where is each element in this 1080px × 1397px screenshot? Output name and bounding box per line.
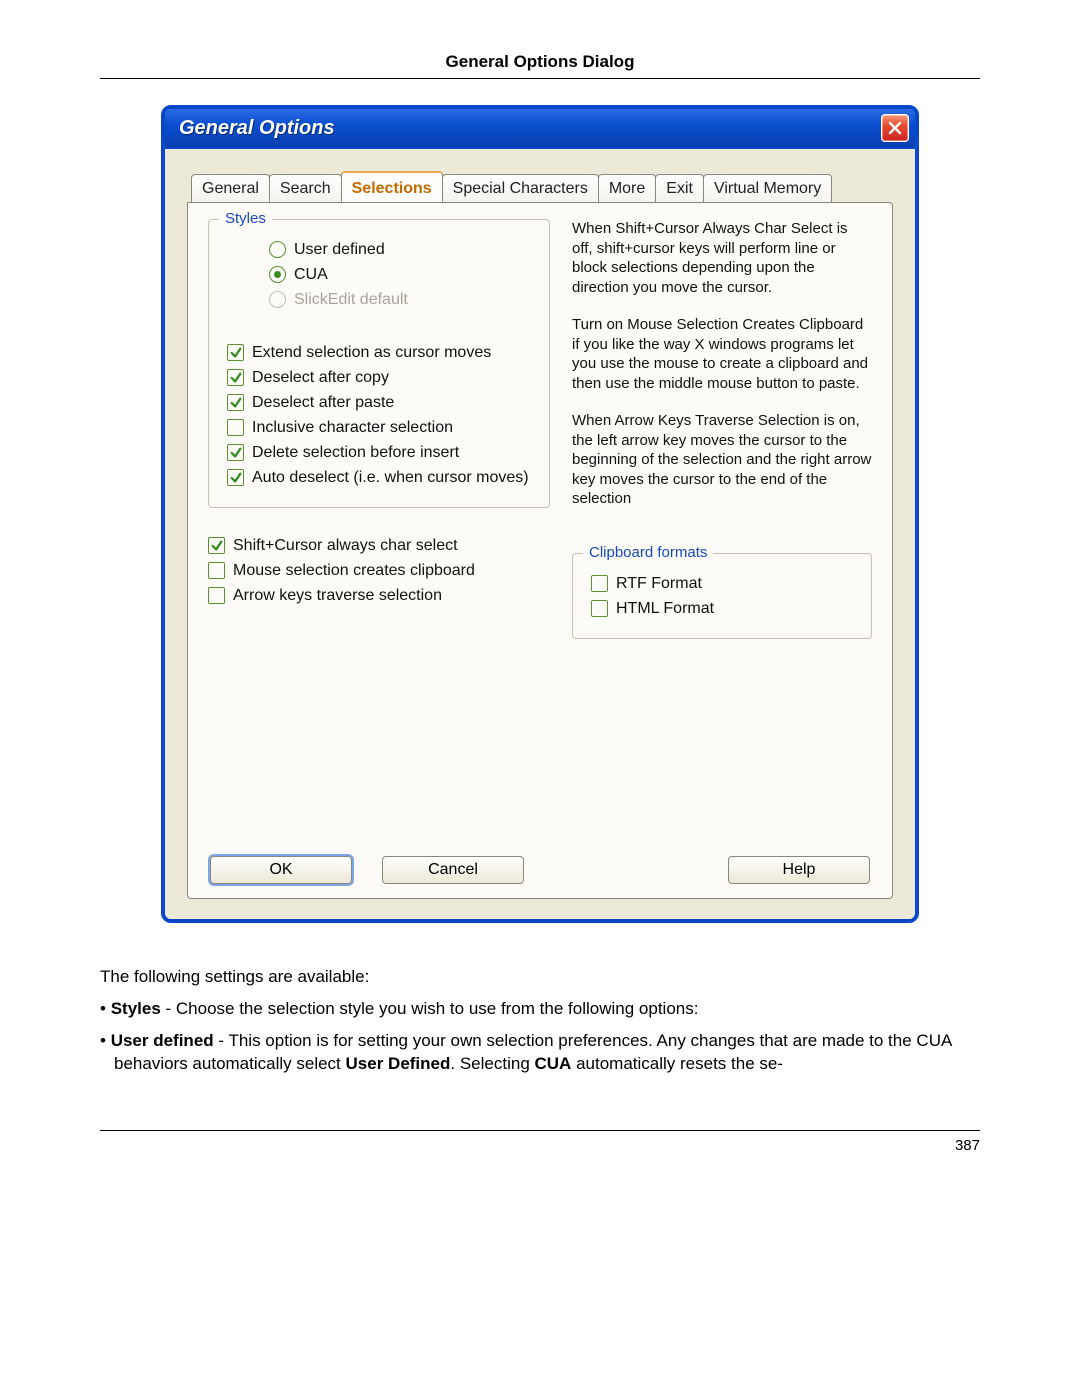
intro-line: The following settings are available: [100,965,980,989]
radio-icon [269,266,286,283]
radio-icon [269,241,286,258]
description-text: The following settings are available: St… [100,965,980,1076]
checkbox-label: Inclusive character selection [252,419,453,437]
clipboard-formats-group: Clipboard formats RTF FormatHTML Format [572,553,872,639]
styles-legend: Styles [219,210,272,227]
checkbox-label: HTML Format [616,600,714,618]
checkbox-icon [227,419,244,436]
checkbox-deselect-after-copy[interactable]: Deselect after copy [227,368,531,387]
tab-search[interactable]: Search [269,174,342,202]
checkbox-icon [227,444,244,461]
tab-selections[interactable]: Selections [341,171,443,202]
tabstrip: GeneralSearchSelectionsSpecial Character… [191,171,893,202]
checkbox-label: RTF Format [616,575,702,593]
checkbox-icon [591,600,608,617]
bullet-styles: Styles - Choose the selection style you … [100,997,980,1021]
checkbox-html-format[interactable]: HTML Format [591,599,853,618]
checkbox-label: Mouse selection creates clipboard [233,562,475,580]
dialog-body: GeneralSearchSelectionsSpecial Character… [165,149,915,919]
radio-slickedit-default: SlickEdit default [269,290,531,309]
checkbox-label: Deselect after copy [252,369,389,387]
checkbox-label: Delete selection before insert [252,444,459,462]
ok-button[interactable]: OK [210,856,352,884]
radio-label: User defined [294,241,385,259]
help-paragraph-1: When Shift+Cursor Always Char Select is … [572,219,872,297]
help-button[interactable]: Help [728,856,870,884]
checkbox-icon [227,394,244,411]
tab-virtual-memory[interactable]: Virtual Memory [703,174,832,202]
window-title: General Options [179,117,335,140]
page-title: General Options Dialog [100,40,980,79]
checkbox-icon [208,587,225,604]
close-button[interactable] [881,114,909,142]
close-icon [888,121,902,135]
checkbox-inclusive-character-selection[interactable]: Inclusive character selection [227,418,531,437]
checkbox-label: Deselect after paste [252,394,394,412]
checkbox-auto-deselect-i-e-when-cursor-moves-[interactable]: Auto deselect (i.e. when cursor moves) [227,468,531,487]
radio-cua[interactable]: CUA [269,265,531,284]
checkbox-icon [591,575,608,592]
checkbox-delete-selection-before-insert[interactable]: Delete selection before insert [227,443,531,462]
tab-general[interactable]: General [191,174,270,202]
radio-icon [269,291,286,308]
checkbox-label: Extend selection as cursor moves [252,344,491,362]
titlebar: General Options [165,109,915,149]
help-paragraph-2: Turn on Mouse Selection Creates Clipboar… [572,315,872,393]
checkbox-icon [227,469,244,486]
checkbox-shift-cursor-always-char-select[interactable]: Shift+Cursor always char select [208,536,550,555]
radio-label: SlickEdit default [294,291,408,309]
checkbox-extend-selection-as-cursor-moves[interactable]: Extend selection as cursor moves [227,343,531,362]
tab-special-characters[interactable]: Special Characters [442,174,599,202]
page-number: 387 [955,1137,980,1154]
cancel-button[interactable]: Cancel [382,856,524,884]
checkbox-rtf-format[interactable]: RTF Format [591,574,853,593]
checkbox-icon [208,537,225,554]
checkbox-arrow-keys-traverse-selection[interactable]: Arrow keys traverse selection [208,586,550,605]
checkbox-icon [208,562,225,579]
tab-exit[interactable]: Exit [655,174,704,202]
tab-panel-selections: Styles User definedCUASlickEdit default … [187,202,893,899]
checkbox-icon [227,344,244,361]
radio-user-defined[interactable]: User defined [269,240,531,259]
bullet-user-defined: User defined - This option is for settin… [100,1029,980,1077]
page-footer: 387 [100,1130,980,1154]
radio-label: CUA [294,266,328,284]
checkbox-mouse-selection-creates-clipboard[interactable]: Mouse selection creates clipboard [208,561,550,580]
checkbox-label: Shift+Cursor always char select [233,537,458,555]
checkbox-deselect-after-paste[interactable]: Deselect after paste [227,393,531,412]
help-paragraph-3: When Arrow Keys Traverse Selection is on… [572,411,872,509]
clipboard-formats-legend: Clipboard formats [583,544,713,561]
checkbox-label: Arrow keys traverse selection [233,587,442,605]
styles-group: Styles User definedCUASlickEdit default … [208,219,550,508]
checkbox-icon [227,369,244,386]
checkbox-label: Auto deselect (i.e. when cursor moves) [252,469,529,487]
tab-more[interactable]: More [598,174,656,202]
general-options-dialog: General Options GeneralSearchSelectionsS… [161,105,919,923]
